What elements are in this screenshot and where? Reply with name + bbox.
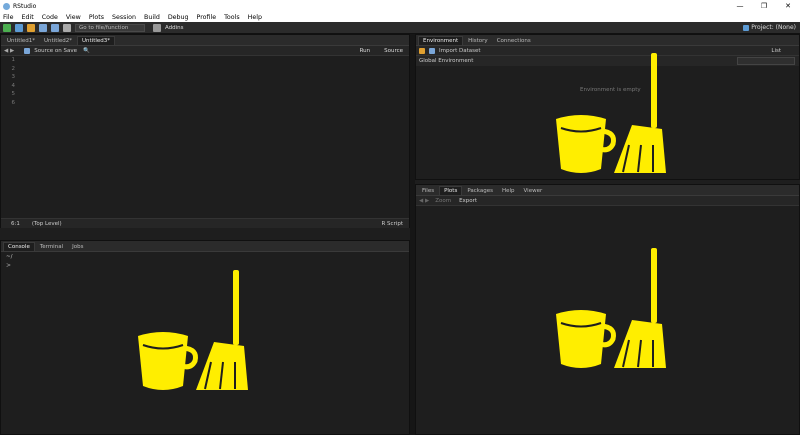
plots-toolbar: ◀ ▶ Zoom Export <box>416 196 799 206</box>
line-number: 3 <box>11 74 16 80</box>
console-tab-bar: Console Terminal Jobs <box>1 241 409 252</box>
menu-debug[interactable]: Debug <box>168 14 189 21</box>
menu-bar: File Edit Code View Plots Session Build … <box>0 12 800 22</box>
export-menu[interactable]: Export <box>459 198 477 204</box>
tab-terminal[interactable]: Terminal <box>36 243 67 251</box>
console-pane: Console Terminal Jobs ~/ > <box>0 240 410 435</box>
menu-help[interactable]: Help <box>248 14 262 21</box>
tab-untitled3[interactable]: Untitled3* <box>77 36 116 45</box>
load-icon[interactable] <box>419 47 425 54</box>
console-path: ~/ <box>6 254 13 260</box>
zoom-button[interactable]: Zoom <box>435 198 451 204</box>
addins-menu[interactable]: Addins <box>165 25 184 31</box>
menu-session[interactable]: Session <box>112 14 136 21</box>
tab-history[interactable]: History <box>464 37 492 45</box>
global-env-selector[interactable]: Global Environment <box>419 58 473 64</box>
goto-label: Go to file/function <box>79 24 129 31</box>
close-icon[interactable]: ✕ <box>776 2 800 10</box>
open-file-icon[interactable] <box>27 23 35 32</box>
files-tab-bar: Files Plots Packages Help Viewer <box>416 185 799 196</box>
plot-nav-icon[interactable]: ◀ ▶ <box>419 198 429 204</box>
menu-tools[interactable]: Tools <box>224 14 240 21</box>
tab-help[interactable]: Help <box>498 187 519 195</box>
line-number: 4 <box>11 82 16 89</box>
tab-untitled1[interactable]: Untitled1* <box>3 37 39 45</box>
tab-untitled2[interactable]: Untitled2* <box>40 37 76 45</box>
list-view-selector[interactable]: List <box>771 48 781 54</box>
minimize-icon[interactable]: — <box>728 2 752 10</box>
broom-bucket-icon <box>138 270 248 390</box>
save-file-icon[interactable] <box>24 47 31 54</box>
menu-profile[interactable]: Profile <box>197 14 217 21</box>
tab-connections[interactable]: Connections <box>493 37 535 45</box>
tab-plots[interactable]: Plots <box>439 186 463 195</box>
tab-console[interactable]: Console <box>3 242 35 251</box>
line-number: 1 <box>11 57 16 63</box>
window-title: RStudio <box>13 2 37 10</box>
editor-toolbar: ◀ ▶ Source on Save 🔍 Run Source <box>1 46 409 56</box>
source-on-save-label[interactable]: Source on Save <box>34 48 77 54</box>
main-toolbar: Go to file/function Addins Project: (Non… <box>0 22 800 34</box>
menu-edit[interactable]: Edit <box>22 14 34 21</box>
editor-status-bar: 6:1 (Top Level) R Script <box>1 218 409 228</box>
project-label: Project: (None) <box>751 24 796 31</box>
tab-jobs[interactable]: Jobs <box>68 243 87 251</box>
menu-build[interactable]: Build <box>144 14 160 21</box>
tab-viewer[interactable]: Viewer <box>520 187 547 195</box>
source-pane: Untitled1* Untitled2* Untitled3* ◀ ▶ Sou… <box>0 34 410 228</box>
search-icon[interactable]: 🔍 <box>83 48 90 54</box>
menu-plots[interactable]: Plots <box>89 14 104 21</box>
print-icon[interactable] <box>63 23 71 32</box>
new-file-icon[interactable] <box>3 23 11 32</box>
broom-bucket-icon <box>556 248 666 368</box>
editor-tab-bar: Untitled1* Untitled2* Untitled3* <box>1 35 409 46</box>
menu-code[interactable]: Code <box>42 14 58 21</box>
line-number: 5 <box>11 91 16 97</box>
scope-selector[interactable]: (Top Level) <box>32 221 62 227</box>
project-menu[interactable]: Project: (None) <box>743 24 796 31</box>
new-project-icon[interactable] <box>15 23 23 32</box>
nav-arrows-icon[interactable]: ◀ ▶ <box>4 48 14 54</box>
save-workspace-icon[interactable] <box>429 47 435 54</box>
run-button[interactable]: Run <box>360 48 371 54</box>
title-bar: RStudio — ❐ ✕ <box>0 0 800 12</box>
environment-pane: Environment History Connections Import D… <box>415 34 800 180</box>
env-tab-bar: Environment History Connections <box>416 35 799 46</box>
broom-bucket-icon <box>556 53 666 173</box>
line-gutter: 1 2 3 4 5 6 <box>1 56 21 107</box>
menu-file[interactable]: File <box>3 14 14 21</box>
line-number: 6 <box>11 99 16 106</box>
console-prompt[interactable]: > <box>1 262 409 269</box>
window-controls: — ❐ ✕ <box>728 2 800 10</box>
tab-files[interactable]: Files <box>418 187 438 195</box>
save-icon[interactable] <box>39 23 47 32</box>
env-search-input[interactable] <box>737 57 795 65</box>
maximize-icon[interactable]: ❐ <box>752 2 776 10</box>
save-all-icon[interactable] <box>51 23 59 32</box>
import-dataset-button[interactable]: Import Dataset <box>439 48 481 54</box>
files-pane: Files Plots Packages Help Viewer ◀ ▶ Zoo… <box>415 184 800 435</box>
tab-environment[interactable]: Environment <box>418 36 464 45</box>
code-area[interactable]: 1 2 3 4 5 6 <box>1 56 409 107</box>
project-icon <box>743 24 750 31</box>
rstudio-logo-icon <box>3 2 10 10</box>
line-number: 2 <box>11 65 16 72</box>
source-button[interactable]: Source <box>384 48 403 54</box>
menu-view[interactable]: View <box>66 14 81 21</box>
goto-file-input[interactable]: Go to file/function <box>75 23 145 32</box>
grid-icon[interactable] <box>153 23 161 32</box>
file-type-selector[interactable]: R Script <box>381 221 403 227</box>
cursor-position: 6:1 <box>11 220 20 227</box>
tab-packages[interactable]: Packages <box>463 187 497 195</box>
